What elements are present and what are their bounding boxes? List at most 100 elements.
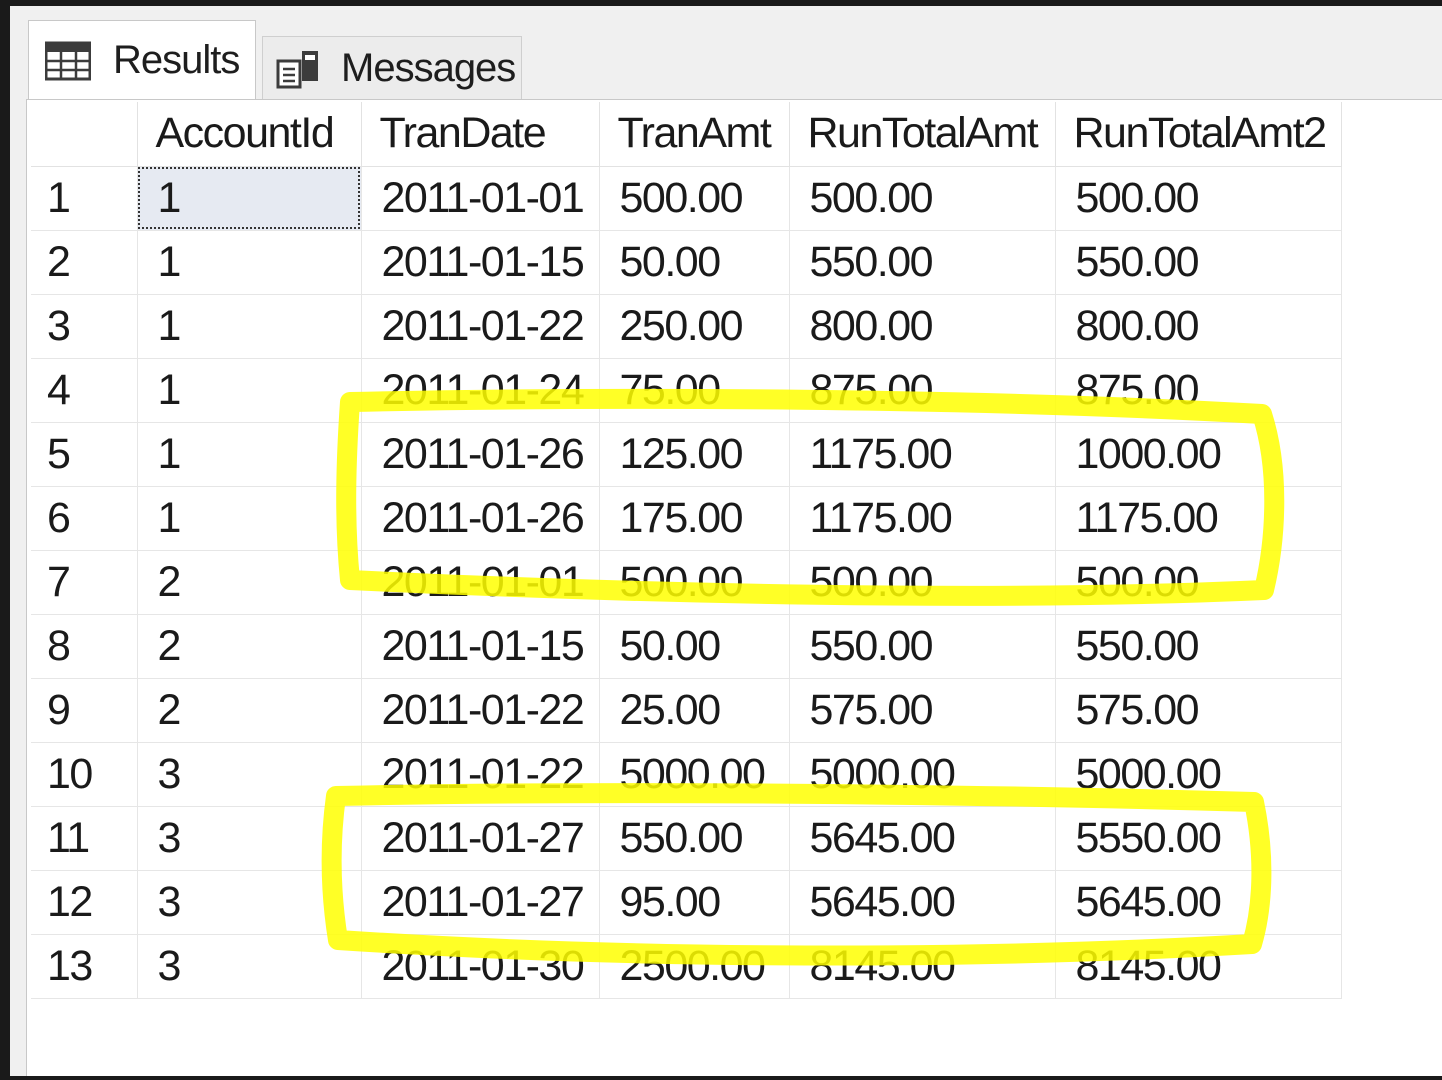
cell-tranamt[interactable]: 95.00 bbox=[599, 870, 790, 935]
cell-trandate[interactable]: 2011-01-22 bbox=[361, 678, 600, 743]
column-header[interactable]: AccountId bbox=[137, 102, 362, 167]
table-row[interactable]: 10 3 2011-01-22 5000.00 5000.00 5000.00 bbox=[31, 742, 1342, 807]
column-header[interactable]: RunTotalAmt2 bbox=[1055, 102, 1342, 167]
grid-corner-cell[interactable] bbox=[31, 102, 138, 167]
row-number[interactable]: 8 bbox=[31, 614, 138, 679]
cell-runtotalamt2[interactable]: 5645.00 bbox=[1055, 870, 1342, 935]
cell-runtotalamt[interactable]: 8145.00 bbox=[789, 934, 1056, 999]
tab-messages[interactable]: Messages bbox=[262, 36, 522, 100]
cell-trandate[interactable]: 2011-01-30 bbox=[361, 934, 600, 999]
cell-tranamt[interactable]: 5000.00 bbox=[599, 742, 790, 807]
cell-runtotalamt2[interactable]: 1175.00 bbox=[1055, 486, 1342, 551]
cell-tranamt[interactable]: 25.00 bbox=[599, 678, 790, 743]
cell-accountid[interactable]: 1 bbox=[137, 294, 362, 359]
cell-runtotalamt2[interactable]: 575.00 bbox=[1055, 678, 1342, 743]
cell-tranamt[interactable]: 175.00 bbox=[599, 486, 790, 551]
row-number[interactable]: 9 bbox=[31, 678, 138, 743]
row-number[interactable]: 13 bbox=[31, 934, 138, 999]
row-number[interactable]: 1 bbox=[31, 166, 138, 231]
column-header[interactable]: TranAmt bbox=[599, 102, 790, 167]
cell-runtotalamt2[interactable]: 550.00 bbox=[1055, 230, 1342, 295]
row-number[interactable]: 2 bbox=[31, 230, 138, 295]
cell-trandate[interactable]: 2011-01-15 bbox=[361, 230, 600, 295]
cell-runtotalamt[interactable]: 875.00 bbox=[789, 358, 1056, 423]
cell-accountid[interactable]: 1 bbox=[137, 230, 362, 295]
messages-icon bbox=[276, 50, 318, 88]
cell-runtotalamt2[interactable]: 500.00 bbox=[1055, 166, 1342, 231]
cell-tranamt[interactable]: 75.00 bbox=[599, 358, 790, 423]
cell-trandate[interactable]: 2011-01-27 bbox=[361, 806, 600, 871]
row-number[interactable]: 12 bbox=[31, 870, 138, 935]
cell-runtotalamt[interactable]: 1175.00 bbox=[789, 422, 1056, 487]
cell-tranamt[interactable]: 250.00 bbox=[599, 294, 790, 359]
table-row[interactable]: 2 1 2011-01-15 50.00 550.00 550.00 bbox=[31, 230, 1342, 295]
cell-runtotalamt[interactable]: 500.00 bbox=[789, 166, 1056, 231]
table-row[interactable]: 7 2 2011-01-01 500.00 500.00 500.00 bbox=[31, 550, 1342, 615]
cell-trandate[interactable]: 2011-01-27 bbox=[361, 870, 600, 935]
cell-tranamt[interactable]: 500.00 bbox=[599, 166, 790, 231]
column-header[interactable]: RunTotalAmt bbox=[789, 102, 1056, 167]
tab-results[interactable]: Results bbox=[28, 20, 256, 100]
cell-runtotalamt[interactable]: 550.00 bbox=[789, 614, 1056, 679]
cell-runtotalamt[interactable]: 1175.00 bbox=[789, 486, 1056, 551]
cell-runtotalamt[interactable]: 550.00 bbox=[789, 230, 1056, 295]
row-number[interactable]: 11 bbox=[31, 806, 138, 871]
cell-runtotalamt[interactable]: 5000.00 bbox=[789, 742, 1056, 807]
row-number[interactable]: 3 bbox=[31, 294, 138, 359]
cell-accountid[interactable]: 2 bbox=[137, 614, 362, 679]
table-row[interactable]: 1 1 2011-01-01 500.00 500.00 500.00 bbox=[31, 166, 1342, 231]
cell-accountid[interactable]: 3 bbox=[137, 806, 362, 871]
table-row[interactable]: 6 1 2011-01-26 175.00 1175.00 1175.00 bbox=[31, 486, 1342, 551]
cell-tranamt[interactable]: 500.00 bbox=[599, 550, 790, 615]
cell-runtotalamt2[interactable]: 550.00 bbox=[1055, 614, 1342, 679]
cell-accountid[interactable]: 1 bbox=[137, 486, 362, 551]
cell-trandate[interactable]: 2011-01-01 bbox=[361, 166, 600, 231]
row-number[interactable]: 6 bbox=[31, 486, 138, 551]
cell-tranamt[interactable]: 125.00 bbox=[599, 422, 790, 487]
row-number[interactable]: 4 bbox=[31, 358, 138, 423]
table-row[interactable]: 8 2 2011-01-15 50.00 550.00 550.00 bbox=[31, 614, 1342, 679]
cell-accountid[interactable]: 1 bbox=[137, 422, 362, 487]
cell-trandate[interactable]: 2011-01-22 bbox=[361, 742, 600, 807]
cell-tranamt[interactable]: 550.00 bbox=[599, 806, 790, 871]
cell-trandate[interactable]: 2011-01-26 bbox=[361, 486, 600, 551]
table-row[interactable]: 5 1 2011-01-26 125.00 1175.00 1000.00 bbox=[31, 422, 1342, 487]
cell-tranamt[interactable]: 50.00 bbox=[599, 614, 790, 679]
cell-accountid[interactable]: 3 bbox=[137, 934, 362, 999]
cell-runtotalamt[interactable]: 800.00 bbox=[789, 294, 1056, 359]
cell-accountid[interactable]: 3 bbox=[137, 870, 362, 935]
table-row[interactable]: 3 1 2011-01-22 250.00 800.00 800.00 bbox=[31, 294, 1342, 359]
column-header[interactable]: TranDate bbox=[361, 102, 600, 167]
cell-runtotalamt[interactable]: 500.00 bbox=[789, 550, 1056, 615]
table-row[interactable]: 12 3 2011-01-27 95.00 5645.00 5645.00 bbox=[31, 870, 1342, 935]
cell-trandate[interactable]: 2011-01-15 bbox=[361, 614, 600, 679]
cell-tranamt[interactable]: 2500.00 bbox=[599, 934, 790, 999]
row-number[interactable]: 5 bbox=[31, 422, 138, 487]
cell-tranamt[interactable]: 50.00 bbox=[599, 230, 790, 295]
cell-runtotalamt2[interactable]: 1000.00 bbox=[1055, 422, 1342, 487]
cell-trandate[interactable]: 2011-01-24 bbox=[361, 358, 600, 423]
table-row[interactable]: 4 1 2011-01-24 75.00 875.00 875.00 bbox=[31, 358, 1342, 423]
cell-runtotalamt[interactable]: 5645.00 bbox=[789, 870, 1056, 935]
cell-trandate[interactable]: 2011-01-22 bbox=[361, 294, 600, 359]
cell-accountid[interactable]: 3 bbox=[137, 742, 362, 807]
row-number[interactable]: 10 bbox=[31, 742, 138, 807]
cell-accountid[interactable]: 2 bbox=[137, 550, 362, 615]
cell-runtotalamt2[interactable]: 800.00 bbox=[1055, 294, 1342, 359]
row-number[interactable]: 7 bbox=[31, 550, 138, 615]
cell-runtotalamt[interactable]: 575.00 bbox=[789, 678, 1056, 743]
table-row[interactable]: 9 2 2011-01-22 25.00 575.00 575.00 bbox=[31, 678, 1342, 743]
cell-runtotalamt2[interactable]: 5550.00 bbox=[1055, 806, 1342, 871]
cell-runtotalamt2[interactable]: 8145.00 bbox=[1055, 934, 1342, 999]
cell-runtotalamt2[interactable]: 875.00 bbox=[1055, 358, 1342, 423]
table-row[interactable]: 13 3 2011-01-30 2500.00 8145.00 8145.00 bbox=[31, 934, 1342, 999]
cell-runtotalamt2[interactable]: 500.00 bbox=[1055, 550, 1342, 615]
cell-trandate[interactable]: 2011-01-26 bbox=[361, 422, 600, 487]
cell-trandate[interactable]: 2011-01-01 bbox=[361, 550, 600, 615]
cell-accountid[interactable]: 1 bbox=[137, 166, 362, 231]
cell-accountid[interactable]: 1 bbox=[137, 358, 362, 423]
table-row[interactable]: 11 3 2011-01-27 550.00 5645.00 5550.00 bbox=[31, 806, 1342, 871]
cell-accountid[interactable]: 2 bbox=[137, 678, 362, 743]
cell-runtotalamt[interactable]: 5645.00 bbox=[789, 806, 1056, 871]
cell-runtotalamt2[interactable]: 5000.00 bbox=[1055, 742, 1342, 807]
